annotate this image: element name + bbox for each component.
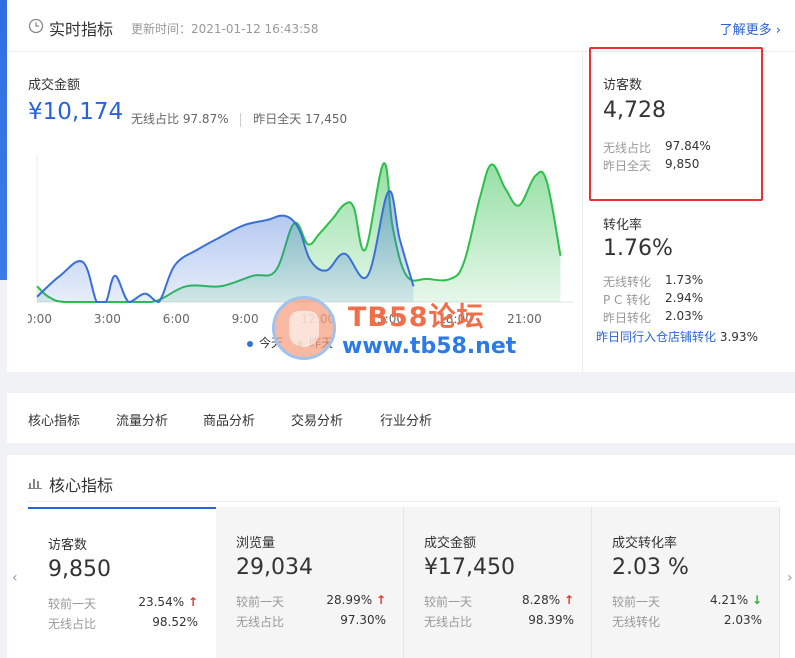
conversion-yesterday-label: 昨日转化 [603, 311, 652, 325]
x-tick-label: 21:00 [507, 312, 542, 326]
metric-sub: 无线占比 97.30% [236, 613, 386, 630]
metric-name: 成交金额 [424, 536, 477, 551]
metric-card-gmv[interactable]: 成交金额 ¥17,450 较前一天 8.28% ↑ 无线占比 98.39% [404, 507, 592, 658]
highlight-box [589, 47, 763, 201]
bar-chart-icon [28, 479, 42, 489]
metric-sub-label: 无线占比 [236, 615, 285, 629]
legend-today-label: 今天 [259, 336, 284, 350]
x-tick-label: 6:00 [163, 312, 190, 326]
metric-sub: 无线转化 2.03% [612, 613, 762, 630]
vertical-divider [582, 52, 583, 372]
chart-legend: 今天 昨天 [247, 334, 333, 351]
update-time: 更新时间：2021-01-12 16:43:58 [131, 22, 319, 36]
gmv-label: 成交金额 [28, 78, 81, 93]
peer-conversion-value: 3.93% [719, 330, 758, 344]
gmv-value: ¥10,174 [28, 99, 124, 125]
metric-sub-value: 98.52% [152, 615, 198, 629]
x-tick-label: 15:00 [369, 312, 404, 326]
tab-industry[interactable]: 行业分析 [380, 410, 432, 429]
conversion-pc-label: P C 转化 [603, 293, 651, 307]
metric-compare: 较前一天 8.28% ↑ [424, 593, 574, 610]
metric-compare: 较前一天 28.99% ↑ [236, 593, 386, 610]
metric-compare-value: 23.54% ↑ [138, 595, 198, 609]
metric-card-visitors[interactable]: 访客数 9,850 较前一天 23.54% ↑ 无线占比 98.52% [28, 507, 216, 658]
x-tick-label: 18:00 [438, 312, 473, 326]
gmv-yesterday-label: 昨日全天 [253, 112, 302, 126]
conversion-value: 1.76% [603, 236, 673, 261]
conversion-wireless-label: 无线转化 [603, 275, 652, 289]
side-accent-strip [0, 0, 7, 280]
legend-today[interactable]: 今天 [247, 334, 283, 351]
trend-up-icon: ↑ [375, 593, 386, 607]
metric-card-conversion[interactable]: 成交转化率 2.03 % 较前一天 4.21% ↓ 无线转化 2.03% [592, 507, 780, 658]
peer-conversion-label: 昨日同行入仓店铺转化 [596, 330, 717, 344]
metric-name: 访客数 [48, 538, 88, 553]
metric-compare: 较前一天 4.21% ↓ [612, 593, 762, 610]
peer-conversion-link[interactable]: 昨日同行入仓店铺转化 3.93% [596, 328, 758, 345]
trend-up-icon: ↑ [563, 593, 574, 607]
x-tick-label: 0:00 [28, 312, 52, 326]
gmv-wireless-label: 无线占比 [131, 112, 180, 126]
x-tick-label: 3:00 [94, 312, 121, 326]
trend-chart: 0:00 3:00 6:00 9:00 12:00 15:00 18:00 21:00 [28, 155, 574, 326]
metric-sub-value: 2.03% [723, 613, 762, 627]
gmv-wireless-value: 97.87% [182, 112, 229, 126]
trend-up-icon: ↑ [187, 595, 198, 609]
metric-value: 9,850 [48, 557, 111, 582]
metric-value: ¥17,450 [424, 555, 515, 580]
prev-arrow-icon[interactable]: ‹ [12, 570, 18, 586]
conversion-yesterday: 昨日转化 2.03% [603, 309, 703, 326]
metric-compare-label: 较前一天 [236, 595, 285, 609]
tab-traffic[interactable]: 流量分析 [116, 410, 168, 429]
metric-compare-label: 较前一天 [48, 597, 97, 611]
metric-value: 29,034 [236, 555, 313, 580]
metric-sub-label: 无线转化 [612, 615, 661, 629]
realtime-title: 实时指标 [49, 20, 114, 39]
legend-yesterday-label: 昨天 [309, 336, 334, 350]
metric-sub-value: 98.39% [528, 613, 574, 627]
metric-value: 2.03 % [612, 555, 689, 580]
metric-sub-label: 无线占比 [48, 617, 97, 631]
conversion-wireless-value: 1.73% [665, 273, 704, 287]
tab-product[interactable]: 商品分析 [203, 410, 255, 429]
x-tick-label: 9:00 [232, 312, 259, 326]
metric-compare-label: 较前一天 [424, 595, 473, 609]
metric-sub-value: 97.30% [340, 613, 386, 627]
metric-compare-value: 28.99% ↑ [326, 593, 386, 607]
clock-icon [28, 18, 44, 34]
metric-name: 成交转化率 [612, 536, 678, 551]
gmv-yesterday-value: 17,450 [305, 112, 348, 126]
tab-trade[interactable]: 交易分析 [291, 410, 343, 429]
conversion-wireless: 无线转化 1.73% [603, 273, 703, 290]
next-arrow-icon[interactable]: › [787, 570, 793, 586]
conversion-yesterday-value: 2.03% [665, 309, 704, 323]
metric-compare-value: 4.21% ↓ [709, 593, 762, 607]
metric-sub: 无线占比 98.39% [424, 613, 574, 630]
analysis-tabs: 核心指标 流量分析 商品分析 交易分析 行业分析 [7, 393, 795, 443]
tab-core[interactable]: 核心指标 [28, 410, 80, 429]
metric-sub: 无线占比 98.52% [48, 615, 198, 632]
legend-yesterday[interactable]: 昨天 [297, 334, 333, 351]
gmv-sub: 无线占比 97.87% 昨日全天 17,450 [131, 110, 347, 127]
core-title: 核心指标 [49, 476, 114, 495]
realtime-header: 实时指标 更新时间：2021-01-12 16:43:58 了解更多 › [7, 0, 795, 52]
core-divider [28, 501, 778, 502]
metric-compare-label: 较前一天 [612, 595, 661, 609]
metric-compare: 较前一天 23.54% ↑ [48, 595, 198, 612]
x-tick-label: 12:00 [301, 312, 336, 326]
metric-sub-label: 无线占比 [424, 615, 473, 629]
trend-down-icon: ↓ [751, 593, 762, 607]
metric-card-pageviews[interactable]: 浏览量 29,034 较前一天 28.99% ↑ 无线占比 97.30% [216, 507, 404, 658]
learn-more-link[interactable]: 了解更多 › [720, 19, 781, 38]
conversion-pc: P C 转化 2.94% [603, 291, 703, 308]
divider [240, 112, 242, 127]
conversion-pc-value: 2.94% [665, 291, 704, 305]
metric-name: 浏览量 [236, 536, 276, 551]
metric-compare-value: 8.28% ↑ [521, 593, 574, 607]
conversion-label: 转化率 [603, 218, 643, 233]
